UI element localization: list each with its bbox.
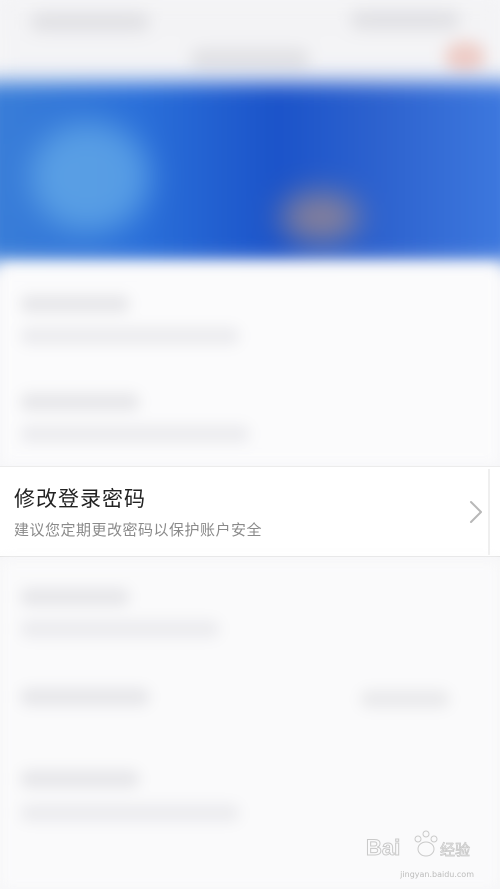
chevron-right-icon <box>470 501 482 523</box>
watermark-url: jingyan.baidu.com <box>400 870 474 879</box>
blurred-list-top <box>0 265 500 465</box>
baidu-jingyan-watermark: Bai 经验 jingyan.baidu.com <box>358 821 478 881</box>
security-settings-screen: 修改登录密码 建议您定期更改密码以保护账户安全 Bai 经验 jingyan.b… <box>0 0 500 889</box>
change-login-password-row[interactable]: 修改登录密码 建议您定期更改密码以保护账户安全 <box>0 466 500 557</box>
svg-text:经验: 经验 <box>440 841 470 859</box>
change-password-title: 修改登录密码 <box>14 487 146 511</box>
svg-text:Bai: Bai <box>366 835 400 860</box>
blurred-header <box>0 0 500 90</box>
baidu-paw-logo: Bai 经验 <box>366 830 470 861</box>
row-edge-divider <box>488 469 490 555</box>
blurred-banner <box>0 82 500 262</box>
change-password-subtitle: 建议您定期更改密码以保护账户安全 <box>14 521 263 539</box>
